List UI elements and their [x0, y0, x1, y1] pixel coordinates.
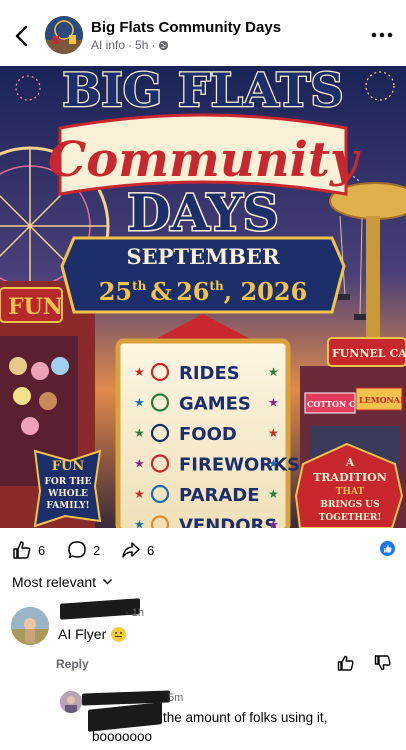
lemonade-label: LEMONADE — [359, 395, 406, 405]
more-icon[interactable] — [370, 30, 394, 40]
right-badge-line-2: TRADITION — [313, 471, 387, 484]
comment-time-separator: · — [125, 607, 129, 619]
comment-action[interactable]: 2 — [67, 540, 100, 560]
date-suffix-1: th — [132, 279, 147, 293]
date-month: SEPTEMBER — [126, 244, 280, 269]
activity-star-icon: ★ — [268, 518, 279, 529]
meta-separator-2: · — [151, 38, 156, 52]
page-name[interactable]: Big Flats Community Days — [91, 19, 281, 36]
share-action[interactable]: 6 — [121, 540, 154, 560]
left-badge-line-2: FOR THE — [45, 477, 92, 487]
title-line-1: BIG FLATS — [62, 66, 343, 117]
comment-icon — [68, 541, 86, 559]
reply-text-line-2: booooooo — [92, 729, 153, 744]
date-day-1: 25 — [99, 277, 132, 306]
date-day-2: 26 — [176, 277, 209, 306]
comment-sort[interactable]: Most relevant — [12, 574, 113, 590]
comment-time: · 1h — [125, 607, 144, 619]
post-header: Big Flats Community Days AI info · 5h · — [0, 0, 406, 66]
funnel-cakes-label: FUNNEL CAKES — [332, 347, 406, 360]
activity-star-icon: ★ — [134, 396, 145, 410]
thumbs-down-icon[interactable] — [374, 655, 392, 671]
activity-star-icon: ★ — [134, 365, 145, 379]
activity-star-icon: ★ — [134, 518, 145, 529]
left-badge-line-1: FUN — [52, 459, 85, 474]
reply-time: 5m — [168, 692, 184, 704]
comment-time-value: 1h — [131, 607, 144, 619]
left-badge-line-3: WHOLE — [47, 489, 88, 499]
left-badge-line-4: FAMILY! — [46, 501, 89, 511]
activity-star-icon: ★ — [134, 457, 145, 471]
activity-label: RIDES — [179, 363, 240, 384]
activity-label: FIREWORKS — [179, 455, 300, 476]
globe-icon — [159, 40, 169, 50]
right-badge-line-1: A — [345, 456, 355, 469]
post-time[interactable]: 5h — [135, 38, 148, 52]
activity-label: FOOD — [179, 424, 237, 445]
like-icon — [13, 541, 31, 559]
date-suffix-2: th — [209, 279, 224, 293]
right-badge-line-3: THAT — [336, 487, 365, 497]
fun-sign-label: FUN — [8, 294, 63, 320]
meta-separator: · — [128, 38, 133, 52]
back-arrow-icon[interactable] — [12, 24, 32, 48]
activity-label: PARADE — [179, 485, 260, 506]
grimace-emoji-icon — [111, 626, 127, 642]
thumbs-up-icon[interactable] — [337, 655, 355, 671]
like-reaction-badge[interactable] — [380, 541, 395, 556]
title-line-2: Community — [48, 132, 361, 188]
activity-star-icon: ★ — [268, 457, 279, 471]
share-icon — [122, 542, 140, 558]
activity-star-icon: ★ — [268, 365, 279, 379]
ai-info-label[interactable]: AI info — [91, 38, 125, 52]
post-image[interactable]: FUN FUNNEL CAKES COTTON CANDY LEMONADE B… — [0, 66, 406, 528]
activity-star-icon: ★ — [134, 426, 145, 440]
date-days: 25th & 26th, 2026 — [99, 277, 308, 306]
replier-avatar[interactable] — [60, 691, 82, 713]
activity-label: GAMES — [179, 394, 251, 415]
commenter-avatar[interactable] — [11, 607, 49, 645]
share-count: 6 — [147, 542, 155, 558]
reply-button[interactable]: Reply — [56, 657, 89, 671]
post-meta: AI info · 5h · — [91, 38, 169, 52]
date-ampersand: & — [150, 277, 172, 306]
activity-star-icon: ★ — [268, 396, 279, 410]
activity-star-icon: ★ — [268, 426, 279, 440]
right-badge-line-4: BRINGS US — [320, 500, 379, 510]
like-action[interactable]: 6 — [12, 540, 45, 560]
reply-text-line-1: the amount of folks using it, — [163, 710, 328, 725]
thumbs-up-icon — [384, 544, 392, 553]
chevron-down-icon — [103, 578, 113, 585]
activity-star-icon: ★ — [134, 487, 145, 501]
right-badge-line-5: TOGETHER! — [319, 513, 382, 523]
comment-text: AI Flyer — [58, 626, 127, 642]
activity-label: VENDORS — [179, 516, 277, 529]
reactions-bar: 6 2 6 — [0, 528, 406, 568]
like-count: 6 — [38, 542, 46, 558]
comment-body: AI Flyer — [58, 626, 107, 642]
page-avatar[interactable] — [45, 16, 83, 54]
title-line-3: DAYS — [127, 183, 278, 242]
comment-count: 2 — [93, 542, 101, 558]
redacted-reply-text — [88, 702, 162, 732]
date-year: , 2026 — [224, 277, 308, 306]
activity-star-icon: ★ — [268, 487, 279, 501]
sort-label: Most relevant — [12, 574, 97, 590]
